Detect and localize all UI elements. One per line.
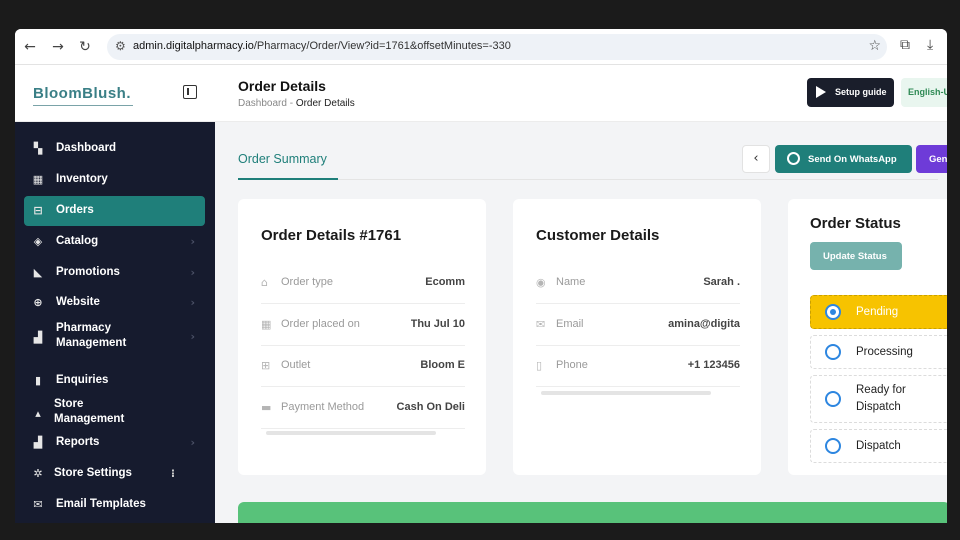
radio-selected-icon <box>825 304 841 320</box>
sidebar-item-promotions[interactable]: ◣ Promotions › <box>24 258 205 288</box>
bank-icon: ⌂ <box>261 276 268 289</box>
forward-arrow-icon[interactable]: → <box>49 38 67 56</box>
user-icon: ◉ <box>536 276 546 289</box>
sidebar-item-catalog[interactable]: ◈ Catalog › <box>24 227 205 257</box>
chevron-right-icon: › <box>190 235 195 248</box>
payment-method-row: ▬ Payment Method Cash On Deli <box>261 387 465 429</box>
sidebar-item-store-settings[interactable]: ✲ Store Settings ⁝ <box>24 459 205 489</box>
tab-divider <box>238 179 938 180</box>
page-title: Order Details <box>238 78 326 94</box>
radio-icon <box>825 344 841 360</box>
setup-guide-button[interactable]: Setup guide <box>807 78 894 107</box>
bookmark-star-icon[interactable]: ☆ <box>868 38 881 54</box>
order-status-title: Order Status <box>810 215 901 232</box>
email-icon: ✉ <box>536 318 546 331</box>
megaphone-icon: ◣ <box>33 266 43 279</box>
customer-details-card: Customer Details ◉ Name Sarah . ✉ Email … <box>513 199 761 475</box>
main-content: Order Summary ‹ Send On WhatsApp Gen Ord… <box>215 122 947 523</box>
dashboard-icon: ▚ <box>33 142 43 155</box>
mail-icon: ✉ <box>33 498 43 511</box>
sidebar-item-pharmacy-management[interactable]: ▟ Pharmacy Management › <box>24 320 205 354</box>
logo: BloomBlush. <box>33 85 131 102</box>
sidebar-item-store-management[interactable]: ▴ Store Management <box>24 396 205 430</box>
order-type-row: ⌂ Order type Ecomm <box>261 262 465 304</box>
horizontal-scrollbar[interactable] <box>266 431 436 435</box>
status-step-dispatch[interactable]: Dispatch <box>810 429 947 463</box>
browser-toolbar: ← → ↻ ⚙ admin.digitalpharmacy.io/Pharmac… <box>15 29 947 65</box>
site-info-icon[interactable]: ⚙ <box>115 39 126 53</box>
language-selector[interactable]: English-U <box>901 78 947 107</box>
order-status-card: Order Status Update Status Pending Proce… <box>788 199 947 475</box>
sidebar-item-enquiries[interactable]: ▮ Enquiries <box>24 366 205 396</box>
clipboard-icon: ▮ <box>34 374 42 387</box>
order-placed-row: ▦ Order placed on Thu Jul 10 <box>261 304 465 346</box>
radio-icon <box>825 438 841 454</box>
status-step-ready-for-dispatch[interactable]: Ready for Dispatch <box>810 375 947 423</box>
outlet-row: ⊞ Outlet Bloom E <box>261 345 465 387</box>
generate-button[interactable]: Gen <box>916 145 947 173</box>
breadcrumb-home[interactable]: Dashboard <box>238 98 287 109</box>
calendar-icon: ▦ <box>261 318 272 331</box>
users-icon: ▴ <box>35 407 41 420</box>
status-step-processing[interactable]: Processing <box>810 335 947 369</box>
browser-window: ← → ↻ ⚙ admin.digitalpharmacy.io/Pharmac… <box>15 29 947 523</box>
customer-phone-row: ▯ Phone +1 123456 <box>536 345 740 387</box>
back-button[interactable]: ‹ <box>742 145 770 173</box>
download-icon[interactable]: ⤓ <box>927 37 933 53</box>
card-icon: ▬ <box>261 401 272 414</box>
sidebar-item-dashboard[interactable]: ▚ Dashboard <box>24 134 205 164</box>
order-details-title: Order Details #1761 <box>261 227 402 244</box>
sidebar-item-reports[interactable]: ▟ Reports › <box>24 428 205 458</box>
tab-order-summary[interactable]: Order Summary <box>238 152 327 166</box>
phone-icon: ▯ <box>536 359 543 372</box>
breadcrumb-separator: - <box>289 98 294 109</box>
sidebar: ▚ Dashboard ▦ Inventory ⊟ Orders ◈ Catal… <box>15 122 215 523</box>
whatsapp-icon <box>787 152 800 165</box>
chart-icon: ▟ <box>33 331 43 344</box>
inventory-icon: ▦ <box>32 173 44 186</box>
order-details-card: Order Details #1761 ⌂ Order type Ecomm ▦… <box>238 199 486 475</box>
radio-icon <box>825 391 841 407</box>
pill-icon: ◈ <box>33 235 43 248</box>
breadcrumb-current: Order Details <box>295 98 355 109</box>
chevron-right-icon: › <box>190 296 195 309</box>
customer-email-row: ✉ Email amina@digita <box>536 304 740 346</box>
sidebar-item-orders[interactable]: ⊟ Orders <box>24 196 205 226</box>
tab-active-indicator <box>238 178 338 180</box>
sidebar-collapse-icon[interactable] <box>183 85 197 99</box>
sidebar-item-email-templates[interactable]: ✉ Email Templates <box>24 490 205 520</box>
sidebar-item-website[interactable]: ⊕ Website › <box>24 288 205 318</box>
sidebar-item-inventory[interactable]: ▦ Inventory <box>24 165 205 195</box>
summary-banner <box>238 502 947 523</box>
app-header: BloomBlush. Order Details Dashboard - Or… <box>15 65 947 122</box>
outlet-icon: ⊞ <box>261 359 271 372</box>
cart-icon: ⊟ <box>33 204 43 217</box>
status-step-pending[interactable]: Pending <box>810 295 947 329</box>
chevron-right-icon: › <box>190 266 195 279</box>
chevron-right-icon: › <box>190 330 195 343</box>
address-bar[interactable]: ⚙ admin.digitalpharmacy.io/Pharmacy/Orde… <box>107 34 887 60</box>
chevron-right-icon: › <box>190 436 195 449</box>
back-arrow-icon[interactable]: ← <box>21 38 39 56</box>
url-text: admin.digitalpharmacy.io/Pharmacy/Order/… <box>133 40 511 52</box>
globe-icon: ⊕ <box>33 296 43 309</box>
breadcrumb: Dashboard - Order Details <box>238 98 355 109</box>
logo-underline <box>33 105 133 106</box>
play-icon <box>816 86 826 98</box>
horizontal-scrollbar[interactable] <box>541 391 711 395</box>
update-status-button[interactable]: Update Status <box>810 242 902 270</box>
more-icon: ⁝ <box>170 467 175 480</box>
customer-name-row: ◉ Name Sarah . <box>536 262 740 304</box>
customer-details-title: Customer Details <box>536 227 660 244</box>
reports-icon: ▟ <box>33 436 43 449</box>
send-whatsapp-button[interactable]: Send On WhatsApp <box>775 145 912 173</box>
extensions-icon[interactable]: ⧉ <box>900 37 910 53</box>
gear-icon: ✲ <box>33 467 43 480</box>
reload-icon[interactable]: ↻ <box>76 38 94 56</box>
